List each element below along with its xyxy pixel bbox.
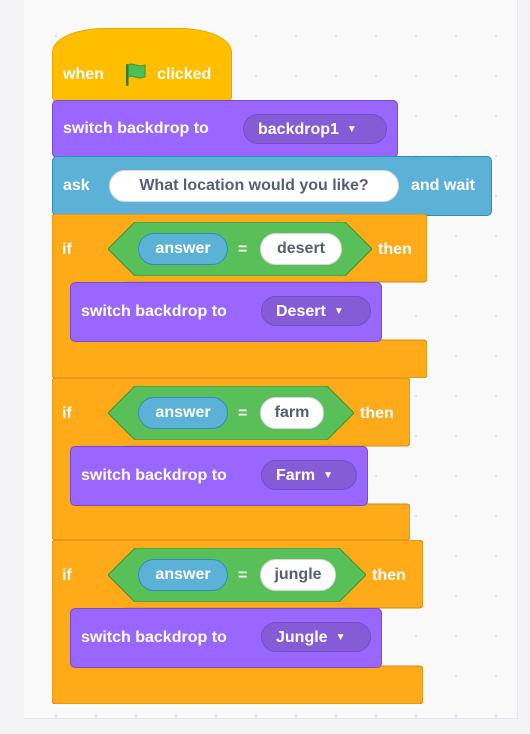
clicked-label: clicked (157, 66, 212, 83)
dropdown-value: Desert (276, 303, 326, 320)
backdrop-dropdown[interactable]: Farm ▼ (261, 460, 357, 490)
then-label: then (372, 567, 406, 584)
chevron-down-icon: ▼ (323, 470, 334, 481)
backdrop-dropdown[interactable]: backdrop1 ▼ (243, 114, 387, 144)
switch-backdrop-block[interactable]: switch backdrop to Desert ▼ (70, 282, 382, 342)
switch-backdrop-block[interactable]: switch backdrop to Farm ▼ (70, 446, 368, 506)
if-label: if (62, 405, 72, 422)
backdrop-dropdown[interactable]: Jungle ▼ (261, 622, 371, 652)
switch-backdrop-block[interactable]: switch backdrop to Jungle ▼ (70, 608, 382, 668)
if-then-block[interactable]: if answer = desert then switch backdrop … (52, 214, 427, 378)
compare-value-input[interactable]: desert (260, 233, 342, 265)
question-input[interactable]: What location would you like? (109, 170, 399, 202)
dropdown-value: backdrop1 (258, 121, 339, 138)
then-label: then (378, 241, 412, 258)
and-wait-label: and wait (411, 177, 476, 194)
switch-backdrop-label: switch backdrop to (81, 303, 227, 320)
compare-value-input[interactable]: jungle (260, 559, 336, 591)
switch-backdrop-block[interactable]: switch backdrop to backdrop1 ▼ (52, 100, 398, 158)
if-then-block[interactable]: if answer = farm then switch backdrop to… (52, 378, 410, 540)
compare-value-input[interactable]: farm (260, 397, 324, 429)
green-flag-icon (126, 63, 146, 86)
if-label: if (62, 241, 72, 258)
switch-backdrop-label: switch backdrop to (81, 629, 227, 646)
chevron-down-icon: ▼ (335, 632, 346, 643)
chevron-down-icon: ▼ (333, 306, 344, 317)
backdrop-dropdown[interactable]: Desert ▼ (261, 296, 371, 326)
then-label: then (360, 405, 394, 422)
ask-label: ask (63, 177, 90, 194)
dropdown-value: Jungle (276, 629, 328, 646)
if-then-block[interactable]: if answer = jungle then switch backdrop … (52, 540, 423, 704)
ask-and-wait-block[interactable]: ask What location would you like? and wa… (52, 156, 492, 216)
equals-sign: = (238, 241, 248, 258)
answer-reporter[interactable]: answer (138, 559, 228, 591)
dropdown-value: Farm (276, 467, 316, 484)
switch-backdrop-label: switch backdrop to (81, 467, 227, 484)
code-area: when clicked switch backdrop to backdrop… (24, 0, 518, 719)
answer-reporter[interactable]: answer (138, 397, 228, 429)
when-flag-clicked-block[interactable]: when clicked (52, 28, 232, 102)
equals-sign: = (238, 567, 248, 584)
equals-sign: = (238, 405, 248, 422)
chevron-down-icon: ▼ (346, 124, 357, 135)
if-label: if (62, 567, 72, 584)
switch-backdrop-label: switch backdrop to (63, 120, 209, 137)
answer-reporter[interactable]: answer (138, 233, 228, 265)
when-label: when (63, 66, 104, 83)
